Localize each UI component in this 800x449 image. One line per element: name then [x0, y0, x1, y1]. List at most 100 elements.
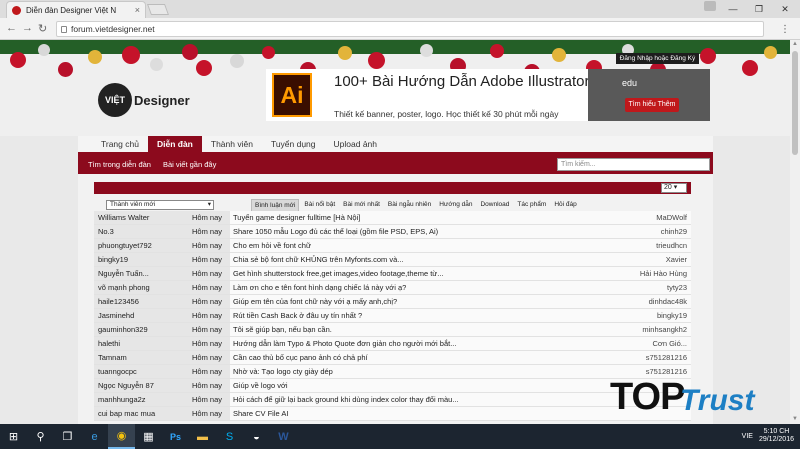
row-user[interactable]: Williams Walter — [94, 211, 192, 224]
list-item[interactable]: Ngọc Nguyễn 87 Hôm nay Giúp về logo với — [94, 379, 691, 393]
row-author[interactable]: MaDWolf — [607, 211, 691, 224]
row-user[interactable]: tuanngocpc — [94, 365, 192, 378]
nav-forum[interactable]: Diễn đàn — [147, 136, 202, 152]
row-user[interactable]: No.3 — [94, 225, 192, 238]
row-author[interactable]: Cơn Gió... — [607, 337, 691, 350]
maximize-button[interactable]: ❐ — [746, 0, 772, 18]
list-item[interactable]: cui bap mac mua Hôm nay Share CV File AI — [94, 407, 691, 421]
row-title[interactable]: Cho em hỏi về font chữ — [230, 239, 607, 252]
row-user[interactable]: Jasminehd — [94, 309, 192, 322]
page-scrollbar[interactable]: ▲ ▼ — [790, 40, 800, 424]
search-icon[interactable]: ⚲ — [27, 424, 54, 449]
row-title[interactable]: Cần cao thủ bố cục pano ảnh có chả phí — [230, 351, 607, 364]
row-title[interactable]: Share 1050 mẫu Logo đủ các thể loại (gồm… — [230, 225, 607, 238]
row-user[interactable]: Ngọc Nguyễn 87 — [94, 379, 192, 392]
row-title[interactable]: Share CV File AI — [230, 407, 607, 420]
ad-cta-button[interactable]: Tìm hiểu Thêm — [625, 98, 679, 112]
new-tab-button[interactable] — [146, 4, 170, 15]
scroll-thumb[interactable] — [792, 51, 798, 155]
row-author[interactable]: s751281216 — [607, 351, 691, 364]
row-title[interactable]: Giúp em tên của font chữ này với ạ mấy a… — [230, 295, 607, 308]
row-title[interactable]: Làm ơn cho e tên font hình dạng chiếc lá… — [230, 281, 607, 294]
windows-start-icon[interactable]: ⊞ — [0, 424, 27, 449]
row-user[interactable]: cui bap mac mua — [94, 407, 192, 420]
browser-tab[interactable]: Diễn đàn Designer Việt N × — [6, 1, 146, 18]
file-explorer-icon[interactable]: ▬ — [189, 424, 216, 449]
nav-jobs[interactable]: Tuyển dụng — [262, 136, 325, 152]
list-item[interactable]: Nguyễn Tuấn... Hôm nay Get hình shuttersto… — [94, 267, 691, 281]
row-title[interactable]: Giúp về logo với — [230, 379, 607, 392]
row-user[interactable]: bingky19 — [94, 253, 192, 266]
scroll-up-icon[interactable]: ▲ — [792, 41, 798, 47]
list-item[interactable]: bingky19 Hôm nay Chia sẻ bộ font chữ KHỦNG… — [94, 253, 691, 267]
list-item[interactable]: haile123456 Hôm nay Giúp em tên của font c… — [94, 295, 691, 309]
row-title[interactable]: Tôi sẽ giúp bạn, nếu bạn cần. — [230, 323, 607, 336]
forward-arrow-icon[interactable]: → — [22, 22, 33, 34]
app-icon[interactable]: ◒ — [243, 424, 270, 449]
store-icon[interactable]: ▦ — [135, 424, 162, 449]
word-icon[interactable]: W — [270, 424, 297, 449]
list-item[interactable]: Tamnam Hôm nay Cần cao thủ bố cục pano ảnh… — [94, 351, 691, 365]
skype-icon[interactable]: S — [216, 424, 243, 449]
row-user[interactable]: halethi — [94, 337, 192, 350]
nav-home[interactable]: Trang chủ — [92, 136, 148, 152]
row-author[interactable]: minhsangkh2 — [607, 323, 691, 336]
row-author[interactable]: Xavier — [607, 253, 691, 266]
recent-posts-link[interactable]: Bài viết gần đây — [163, 160, 216, 169]
list-item[interactable]: phuongtuyet792 Hôm nay Cho em hỏi về font … — [94, 239, 691, 253]
task-view-icon[interactable]: ❐ — [54, 424, 81, 449]
browser-menu-icon[interactable]: ⋮ — [780, 24, 790, 35]
site-logo[interactable]: VIỆT Designer — [98, 83, 190, 117]
row-user[interactable]: haile123456 — [94, 295, 192, 308]
profile-icon[interactable] — [704, 1, 716, 11]
row-title[interactable]: Tuyển game designer fulltime [Hà Nội] — [230, 211, 607, 224]
row-title[interactable]: Rút tiền Cash Back ở đâu uy tín nhất ? — [230, 309, 607, 322]
list-item[interactable]: halethi Hôm nay Hướng dẫn làm Typo & Photo… — [94, 337, 691, 351]
row-author[interactable]: dinhdac48k — [607, 295, 691, 308]
clock[interactable]: 5:10 CH 29/12/2016 — [759, 428, 794, 444]
row-user[interactable]: manhhunga2z — [94, 393, 192, 406]
photoshop-icon[interactable]: Ps — [162, 424, 189, 449]
row-title[interactable]: Get hình shutterstock free,get images,vi… — [230, 267, 607, 280]
minimize-button[interactable]: — — [720, 0, 746, 18]
nav-upload[interactable]: Upload ảnh — [325, 136, 386, 152]
list-item[interactable]: No.3 Hôm nay Share 1050 mẫu Logo đủ các th… — [94, 225, 691, 239]
row-author[interactable]: Hải Hào Hùng — [607, 267, 691, 280]
row-title[interactable]: Hỏi cách để giữ lại back ground khi dùng… — [230, 393, 607, 406]
scroll-down-icon[interactable]: ▼ — [792, 416, 798, 422]
list-item[interactable]: võ mạnh phong Hôm nay Làm ơn cho e tên fon… — [94, 281, 691, 295]
list-item[interactable]: tuanngocpc Hôm nay Nhờ và: Tạo logo cty gi… — [94, 365, 691, 379]
back-arrow-icon[interactable]: ← — [6, 22, 17, 34]
row-author[interactable]: tyty23 — [607, 281, 691, 294]
row-user[interactable]: phuongtuyet792 — [94, 239, 192, 252]
search-forum-link[interactable]: Tìm trong diễn đàn — [88, 160, 151, 169]
language-indicator[interactable]: VIE — [742, 433, 753, 440]
row-user[interactable]: Nguyễn Tuấn... — [94, 267, 192, 280]
row-author[interactable]: trieudhcn — [607, 239, 691, 252]
reload-icon[interactable]: ↻ — [38, 22, 47, 35]
per-page-select[interactable]: 20 ▾ — [661, 183, 687, 193]
ad-banner[interactable]: Ai 100+ Bài Hướng Dẫn Adobe Illustrator … — [266, 69, 710, 121]
search-input[interactable]: Tìm kiếm... — [557, 158, 710, 171]
edge-browser-icon[interactable]: e — [81, 424, 108, 449]
nav-members[interactable]: Thành viên — [202, 136, 262, 152]
row-user[interactable]: Tamnam — [94, 351, 192, 364]
chrome-icon[interactable]: ◉ — [108, 424, 135, 449]
list-item[interactable]: Williams Walter Hôm nay Tuyển game designe… — [94, 211, 691, 225]
row-user[interactable]: gauminhon329 — [94, 323, 192, 336]
login-register-button[interactable]: Đăng Nhập hoặc Đăng Ký — [616, 53, 699, 64]
list-item[interactable]: manhhunga2z Hôm nay Hỏi cách để giữ lại ba… — [94, 393, 691, 407]
row-user[interactable]: võ mạnh phong — [94, 281, 192, 294]
row-title[interactable]: Chia sẻ bộ font chữ KHỦNG trên Myfonts.c… — [230, 253, 607, 266]
page-info-icon[interactable] — [61, 26, 67, 33]
member-filter-select[interactable]: Thành viên mới ▾ — [106, 200, 214, 210]
url-input[interactable]: forum.vietdesigner.net — [56, 21, 764, 37]
row-title[interactable]: Nhờ và: Tạo logo cty giày dép — [230, 365, 607, 378]
list-item[interactable]: gauminhon329 Hôm nay Tôi sẽ giúp bạn, nếu … — [94, 323, 691, 337]
list-item[interactable]: Jasminehd Hôm nay Rút tiền Cash Back ở đâu… — [94, 309, 691, 323]
row-title[interactable]: Hướng dẫn làm Typo & Photo Quote đơn giả… — [230, 337, 607, 350]
close-window-button[interactable]: ✕ — [772, 0, 798, 18]
row-author[interactable]: bingky19 — [607, 309, 691, 322]
tab-close-icon[interactable]: × — [135, 5, 140, 15]
row-author[interactable]: chinh29 — [607, 225, 691, 238]
